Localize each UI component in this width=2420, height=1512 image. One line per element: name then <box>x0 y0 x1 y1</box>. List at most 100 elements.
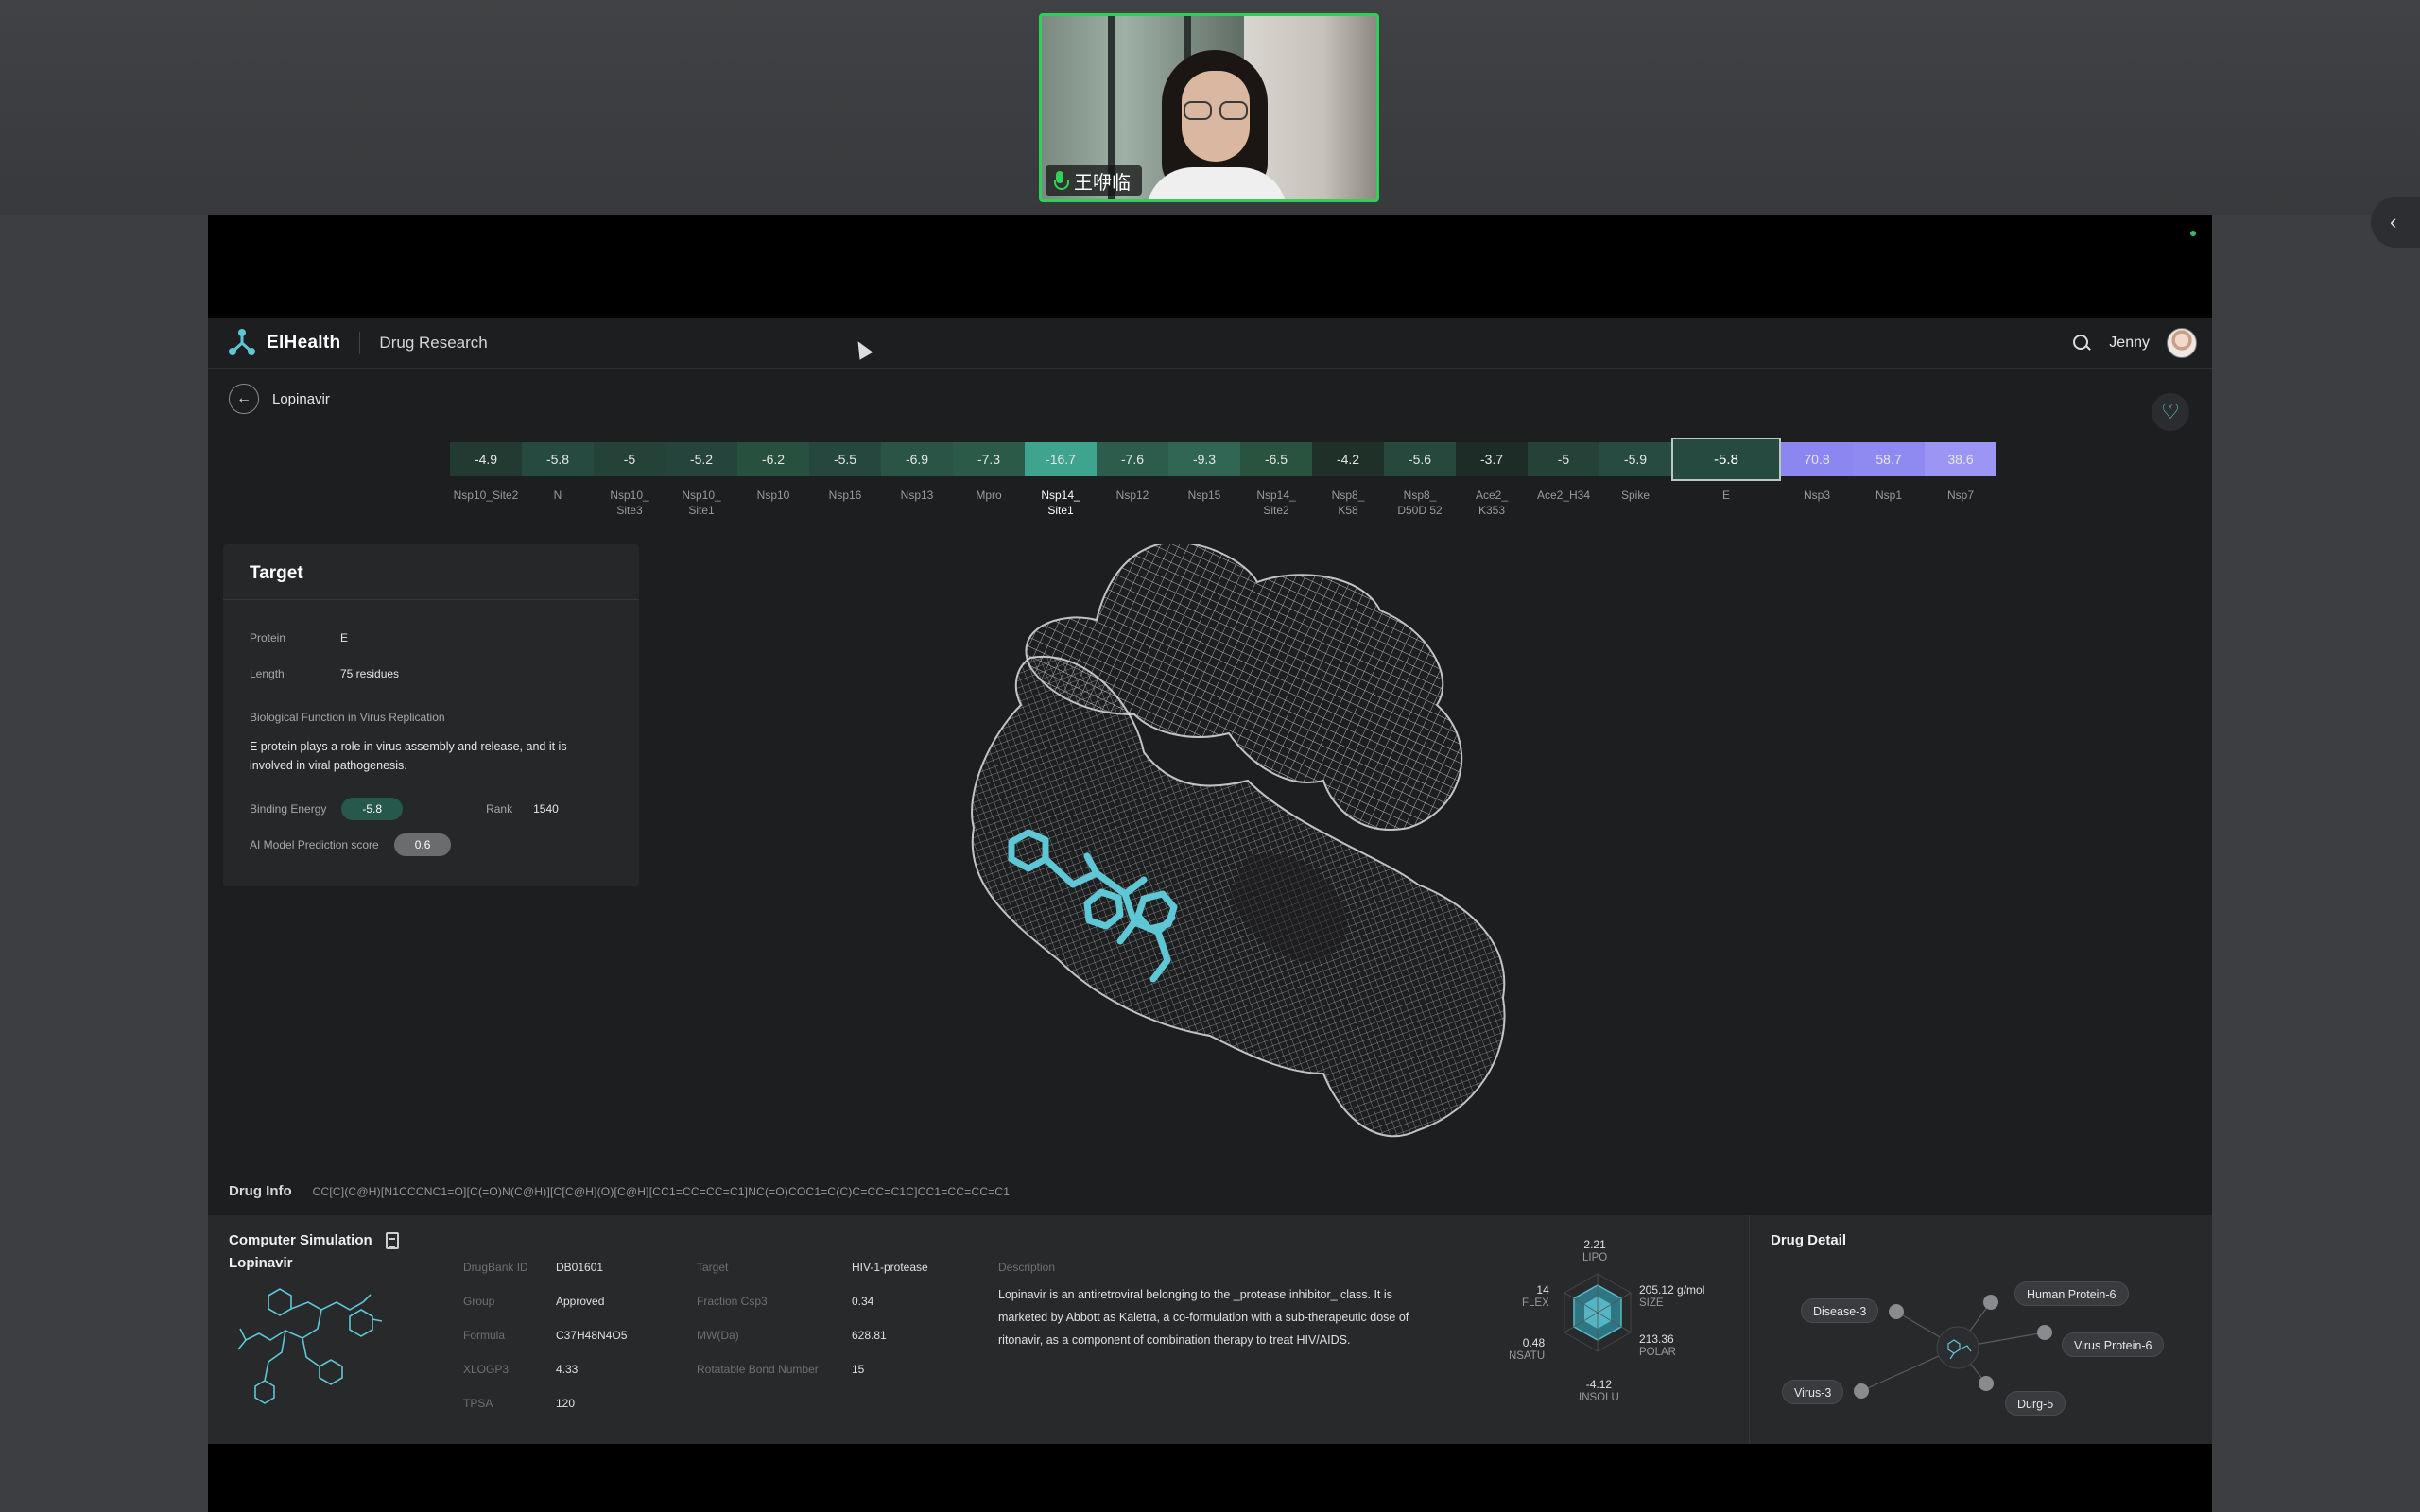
energy-cell-label: Nsp14_ Site2 <box>1256 489 1296 517</box>
energy-cell[interactable]: -3.7 <box>1456 442 1528 476</box>
energy-cell-label: Nsp10 <box>756 489 790 502</box>
drug-field-label: Formula <box>463 1329 506 1342</box>
breadcrumb: ← Lopinavir <box>229 384 330 414</box>
drug-info-bar: Drug Info CC[C](C@H)[N1CCCNC1=O][C(=O)N(… <box>229 1183 1010 1199</box>
drug-field-value: 628.81 <box>852 1329 887 1342</box>
energy-cell[interactable]: 58.7 <box>1853 442 1925 476</box>
avatar[interactable] <box>2167 327 2197 358</box>
energy-cell-label: Nsp7 <box>1946 489 1974 502</box>
shared-screen: ElHealth Drug Research Jenny ← Lopinavir… <box>208 215 2212 1512</box>
energy-cell[interactable]: -7.3 <box>953 442 1025 476</box>
drug-field-label: Fraction Csp3 <box>697 1295 768 1308</box>
energy-cell-label: Nsp8_ K58 <box>1331 489 1365 517</box>
bottom-panel: Computer Simulation Lopinavir DrugBank I… <box>208 1215 2212 1444</box>
energy-cell[interactable]: -4.2 <box>1312 442 1384 476</box>
radar-size: 205.12 g/mol SIZE <box>1639 1283 1705 1309</box>
energy-cell[interactable]: 70.8 <box>1781 442 1853 476</box>
heart-icon: ♡ <box>2161 400 2180 423</box>
energy-cell-label: Nsp10_ Site1 <box>682 489 721 517</box>
participant-name-tag: 王咿临 <box>1046 165 1142 196</box>
computer-simulation-panel: Computer Simulation Lopinavir DrugBank I… <box>208 1215 1749 1444</box>
drug-field-row: Fraction Csp3 0.34 <box>697 1295 873 1308</box>
ai-score-badge: 0.6 <box>393 833 452 856</box>
energy-cell-label: N <box>553 489 562 502</box>
molecule-3d-viewer[interactable] <box>851 541 1796 1187</box>
protein-label: Protein <box>250 631 286 644</box>
graph-node-virus[interactable]: Virus-3 <box>1782 1380 1844 1404</box>
energy-cell[interactable]: -6.9 <box>881 442 953 476</box>
simulation-drug-name: Lopinavir <box>229 1255 293 1271</box>
graph-node-drug[interactable]: Durg-5 <box>2005 1391 2066 1416</box>
drug-field-value: 4.33 <box>556 1363 579 1376</box>
energy-cell-label: Nsp12 <box>1115 489 1150 502</box>
radar-lipo: 2.21 LIPO <box>1582 1238 1608 1263</box>
energy-cell-label: Nsp10_Site2 <box>453 489 519 502</box>
elhealth-logo-icon[interactable] <box>227 328 257 358</box>
energy-cell-label: Nsp10_ Site3 <box>610 489 649 517</box>
participant-glasses <box>1184 101 1250 120</box>
energy-cell[interactable]: -4.9 <box>450 442 522 476</box>
description-label: Description <box>998 1261 1056 1274</box>
participant-video-tile[interactable]: 王咿临 <box>1039 13 1379 202</box>
nav-divider <box>359 331 361 354</box>
drug-field-row: DrugBank ID DB01601 <box>463 1261 603 1274</box>
binding-energy-badge: -5.8 <box>341 798 404 820</box>
graph-node-virus-protein[interactable]: Virus Protein-6 <box>2062 1332 2165 1357</box>
protein-mesh-render <box>971 541 1506 1138</box>
energy-cell-label: Nsp1 <box>1875 489 1902 502</box>
microphone-icon <box>1053 171 1069 190</box>
document-icon[interactable] <box>386 1232 399 1249</box>
drug-field-row: Rotatable Bond Number 15 <box>697 1363 864 1376</box>
energy-cell[interactable]: -5 <box>594 442 666 476</box>
length-value: 75 residues <box>340 667 400 680</box>
knowledge-graph[interactable]: Human Protein-6 Disease-3 Virus Protein-… <box>1750 1253 2212 1442</box>
sharing-indicator-dot <box>2190 231 2196 236</box>
radar-flex: 14 FLEX <box>1522 1283 1549 1309</box>
top-navbar: ElHealth Drug Research Jenny <box>208 318 2212 369</box>
energy-cell[interactable]: -16.7 <box>1025 442 1097 476</box>
user-name[interactable]: Jenny <box>2109 335 2150 352</box>
energy-cell[interactable]: -7.6 <box>1097 442 1168 476</box>
drug-detail-panel: Drug Detail Human Protein-6 Disease-3 Vi… <box>1749 1215 2212 1444</box>
molecule-2d-structure <box>237 1288 383 1404</box>
brand-name[interactable]: ElHealth <box>267 333 340 353</box>
graph-node-disease[interactable]: Disease-3 <box>1801 1298 1879 1323</box>
energy-cell[interactable]: -5.5 <box>809 442 881 476</box>
energy-cell[interactable]: -9.3 <box>1168 442 1240 476</box>
energy-cell[interactable]: -6.5 <box>1240 442 1312 476</box>
energy-cell[interactable]: -5.8 <box>1671 438 1781 481</box>
energy-cell[interactable]: -5.9 <box>1599 442 1671 476</box>
graph-node-human-protein[interactable]: Human Protein-6 <box>2014 1281 2129 1306</box>
description-text: Lopinavir is an antiretroviral belonging… <box>998 1288 1409 1347</box>
energy-cell[interactable]: -5.6 <box>1384 442 1456 476</box>
drug-field-row: Group Approved <box>463 1295 604 1308</box>
drug-field-value: C37H48N4O5 <box>556 1329 628 1342</box>
favorite-heart-button[interactable]: ♡ <box>2152 393 2189 431</box>
collapse-panel-button[interactable]: ‹ <box>2371 197 2420 248</box>
energy-cell-label: Nsp15 <box>1187 489 1221 502</box>
energy-cell-label: Nsp8_ D50D 52 <box>1397 489 1443 517</box>
nav-section-title[interactable]: Drug Research <box>379 334 487 352</box>
smiles-string: CC[C](C@H)[N1CCCNC1=O][C(=O)N(C@H)][C[C@… <box>312 1184 1011 1198</box>
energy-cell[interactable]: -5 <box>1528 442 1599 476</box>
length-label: Length <box>250 667 285 680</box>
energy-cell-label: Nsp13 <box>900 489 934 502</box>
energy-cell[interactable]: -6.2 <box>737 442 809 476</box>
elhealth-app: ElHealth Drug Research Jenny ← Lopinavir… <box>208 318 2212 1444</box>
binding-energy-strip: -4.9 -5.8 -5 -5.2 -6.2 -5.5 -6.9 -7.3 -16.7 -7.6-… <box>450 438 1996 537</box>
drug-field-label: DrugBank ID <box>463 1261 528 1274</box>
drug-field-row: Formula C37H48N4O5 <box>463 1329 627 1342</box>
energy-cell[interactable]: 38.6 <box>1925 442 1996 476</box>
energy-cell[interactable]: -5.8 <box>522 442 594 476</box>
search-icon[interactable] <box>2071 333 2092 353</box>
rank-value: 1540 <box>533 802 559 816</box>
energy-cell-label: E <box>1721 489 1730 502</box>
drug-info-label: Drug Info <box>229 1183 292 1199</box>
drug-field-value: Approved <box>556 1295 605 1308</box>
energy-cell-label: Nsp16 <box>828 489 862 502</box>
energy-cell[interactable]: -5.2 <box>666 442 737 476</box>
drug-field-value: HIV-1-protease <box>852 1261 928 1274</box>
back-button[interactable]: ← <box>229 384 259 414</box>
drug-detail-title: Drug Detail <box>1771 1232 1847 1248</box>
drug-field-label: Rotatable Bond Number <box>697 1363 819 1376</box>
